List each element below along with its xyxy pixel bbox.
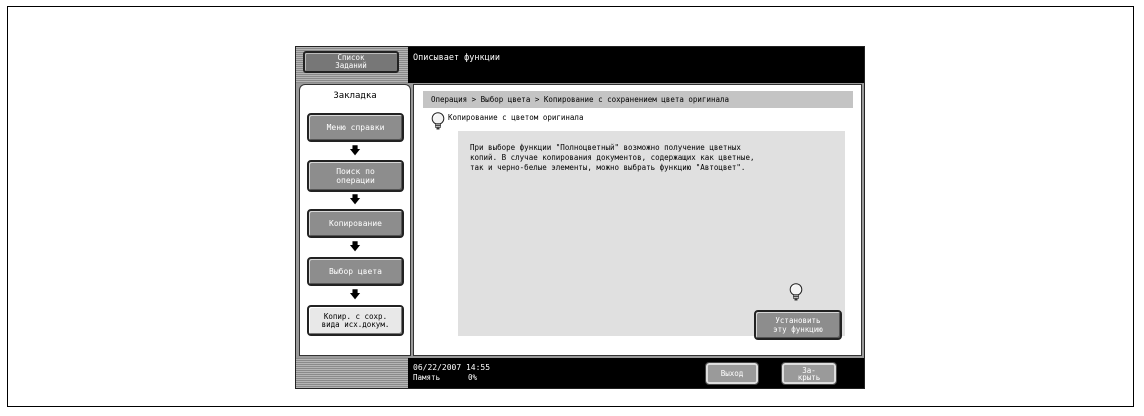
memory-value: 0% bbox=[468, 373, 478, 382]
search-by-operation-button[interactable]: Поиск по операции bbox=[307, 160, 404, 192]
breadcrumb: Операция > Выбор цвета > Копирование с с… bbox=[423, 91, 853, 108]
close-button[interactable]: За- крыть bbox=[781, 362, 837, 385]
job-list-button[interactable]: Список Заданий bbox=[303, 51, 399, 73]
set-function-button[interactable]: Установить эту функцию bbox=[754, 310, 842, 340]
help-content-panel: Операция > Выбор цвета > Копирование с с… bbox=[413, 84, 862, 356]
lightbulb-icon bbox=[431, 112, 445, 130]
description-text: При выборе функции "Полноцветный" возмож… bbox=[470, 143, 755, 172]
footer-left-area bbox=[296, 358, 408, 388]
datetime: 06/22/2007 14:55 bbox=[413, 363, 491, 372]
copy-button[interactable]: Копирование bbox=[307, 209, 404, 238]
arrow-down-icon: 🡇 bbox=[349, 288, 361, 301]
header: Список Заданий Описывает функции bbox=[296, 47, 864, 83]
section-title: Копирование с цветом оригинала bbox=[448, 113, 584, 122]
lightbulb-icon bbox=[789, 283, 803, 301]
color-select-button[interactable]: Выбор цвета bbox=[307, 257, 404, 286]
bookmark-tab-panel: Закладка Меню справки 🡇 Поиск по операци… bbox=[299, 84, 411, 356]
footer: 06/22/2007 14:55 Память 0% Выход За- кры… bbox=[296, 358, 864, 388]
exit-button[interactable]: Выход bbox=[705, 362, 759, 385]
tab-title: Закладка bbox=[333, 91, 377, 101]
help-menu-button[interactable]: Меню справки bbox=[307, 113, 404, 142]
arrow-down-icon: 🡇 bbox=[349, 144, 361, 157]
description-box: При выборе функции "Полноцветный" возмож… bbox=[458, 131, 845, 336]
control-panel-screen: Список Заданий Описывает функции Закладк… bbox=[295, 46, 865, 389]
arrow-down-icon: 🡇 bbox=[349, 240, 361, 253]
header-left-area: Список Заданий bbox=[296, 47, 408, 83]
memory-label: Память bbox=[413, 373, 441, 382]
status-bar: 06/22/2007 14:55 Память 0% Выход За- кры… bbox=[408, 358, 864, 388]
arrow-down-icon: 🡇 bbox=[349, 193, 361, 206]
current-topic-button[interactable]: Копир. с сохр. вида исх.докум. bbox=[307, 305, 404, 336]
message-bar: Описывает функции bbox=[408, 47, 864, 83]
